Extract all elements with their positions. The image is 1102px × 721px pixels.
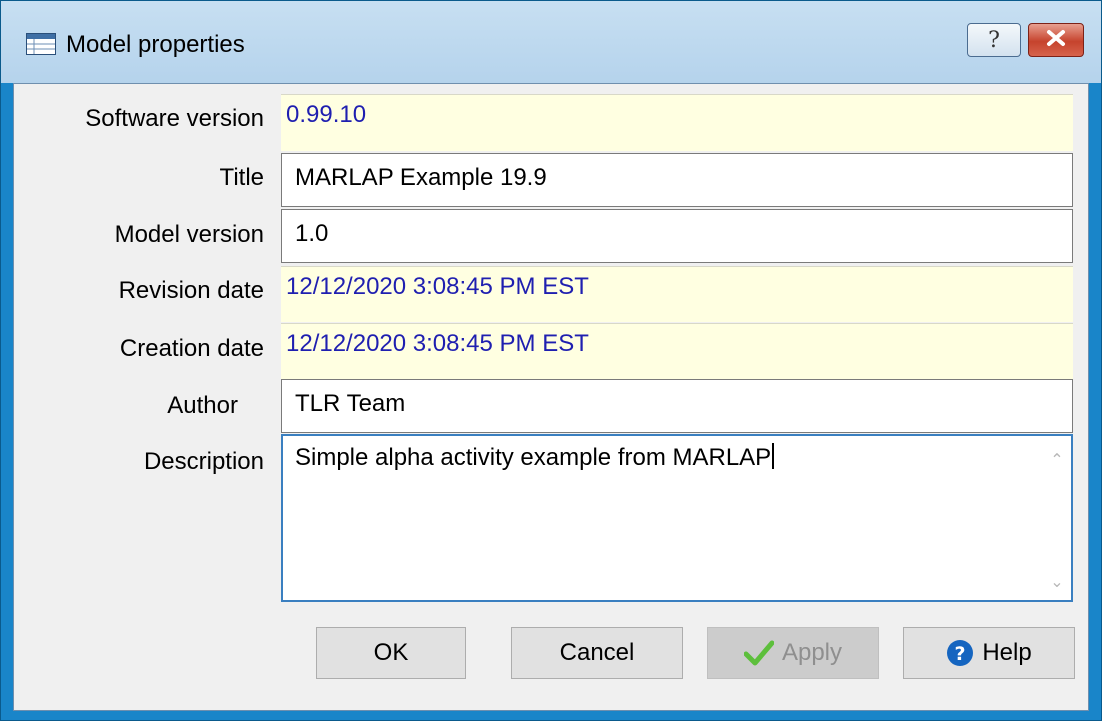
- title-label: Title: [219, 164, 264, 191]
- help-circle-icon: ?: [946, 639, 974, 667]
- apply-button[interactable]: Apply: [707, 627, 879, 679]
- description-text: Simple alpha activity example from MARLA…: [295, 444, 772, 471]
- ok-button-label: OK: [373, 639, 409, 666]
- title-field[interactable]: MARLAP Example 19.9: [281, 153, 1073, 207]
- scroll-down-icon[interactable]: ⌄: [1047, 572, 1067, 592]
- close-button[interactable]: [1028, 23, 1084, 57]
- author-field[interactable]: TLR Team: [281, 379, 1073, 433]
- cancel-button-label: Cancel: [559, 639, 635, 666]
- description-label: Description: [143, 448, 264, 475]
- description-textarea[interactable]: Simple alpha activity example from MARLA…: [281, 434, 1073, 602]
- cancel-button[interactable]: Cancel: [511, 627, 683, 679]
- dialog-window: Model properties ? Software version 0.99…: [0, 0, 1102, 721]
- title-bar[interactable]: Model properties ?: [1, 1, 1101, 83]
- svg-text:?: ?: [955, 643, 966, 665]
- checkmark-icon: [743, 640, 774, 666]
- table-window-icon: [26, 33, 56, 55]
- help-button-label: Help: [982, 639, 1032, 666]
- author-label: Author: [167, 392, 238, 419]
- scroll-up-icon[interactable]: ⌃: [1047, 450, 1067, 470]
- question-icon: ?: [988, 27, 1000, 53]
- title-help-button[interactable]: ?: [967, 23, 1021, 57]
- model-version-label: Model version: [114, 221, 264, 248]
- close-x-icon: [1045, 29, 1067, 52]
- software-version-value: 0.99.10: [281, 94, 1073, 151]
- window-title: Model properties: [66, 31, 245, 58]
- text-caret: [772, 443, 775, 469]
- ok-button[interactable]: OK: [316, 627, 466, 679]
- creation-date-label: Creation date: [119, 335, 264, 362]
- apply-button-label: Apply: [781, 639, 843, 666]
- revision-date-value: 12/12/2020 3:08:45 PM EST: [281, 266, 1073, 322]
- help-button[interactable]: ? Help: [903, 627, 1075, 679]
- revision-date-label: Revision date: [118, 277, 264, 304]
- software-version-label: Software version: [85, 105, 264, 132]
- dialog-body: Software version 0.99.10 Title MARLAP Ex…: [13, 83, 1089, 711]
- creation-date-value: 12/12/2020 3:08:45 PM EST: [281, 323, 1073, 379]
- model-version-field[interactable]: 1.0: [281, 209, 1073, 263]
